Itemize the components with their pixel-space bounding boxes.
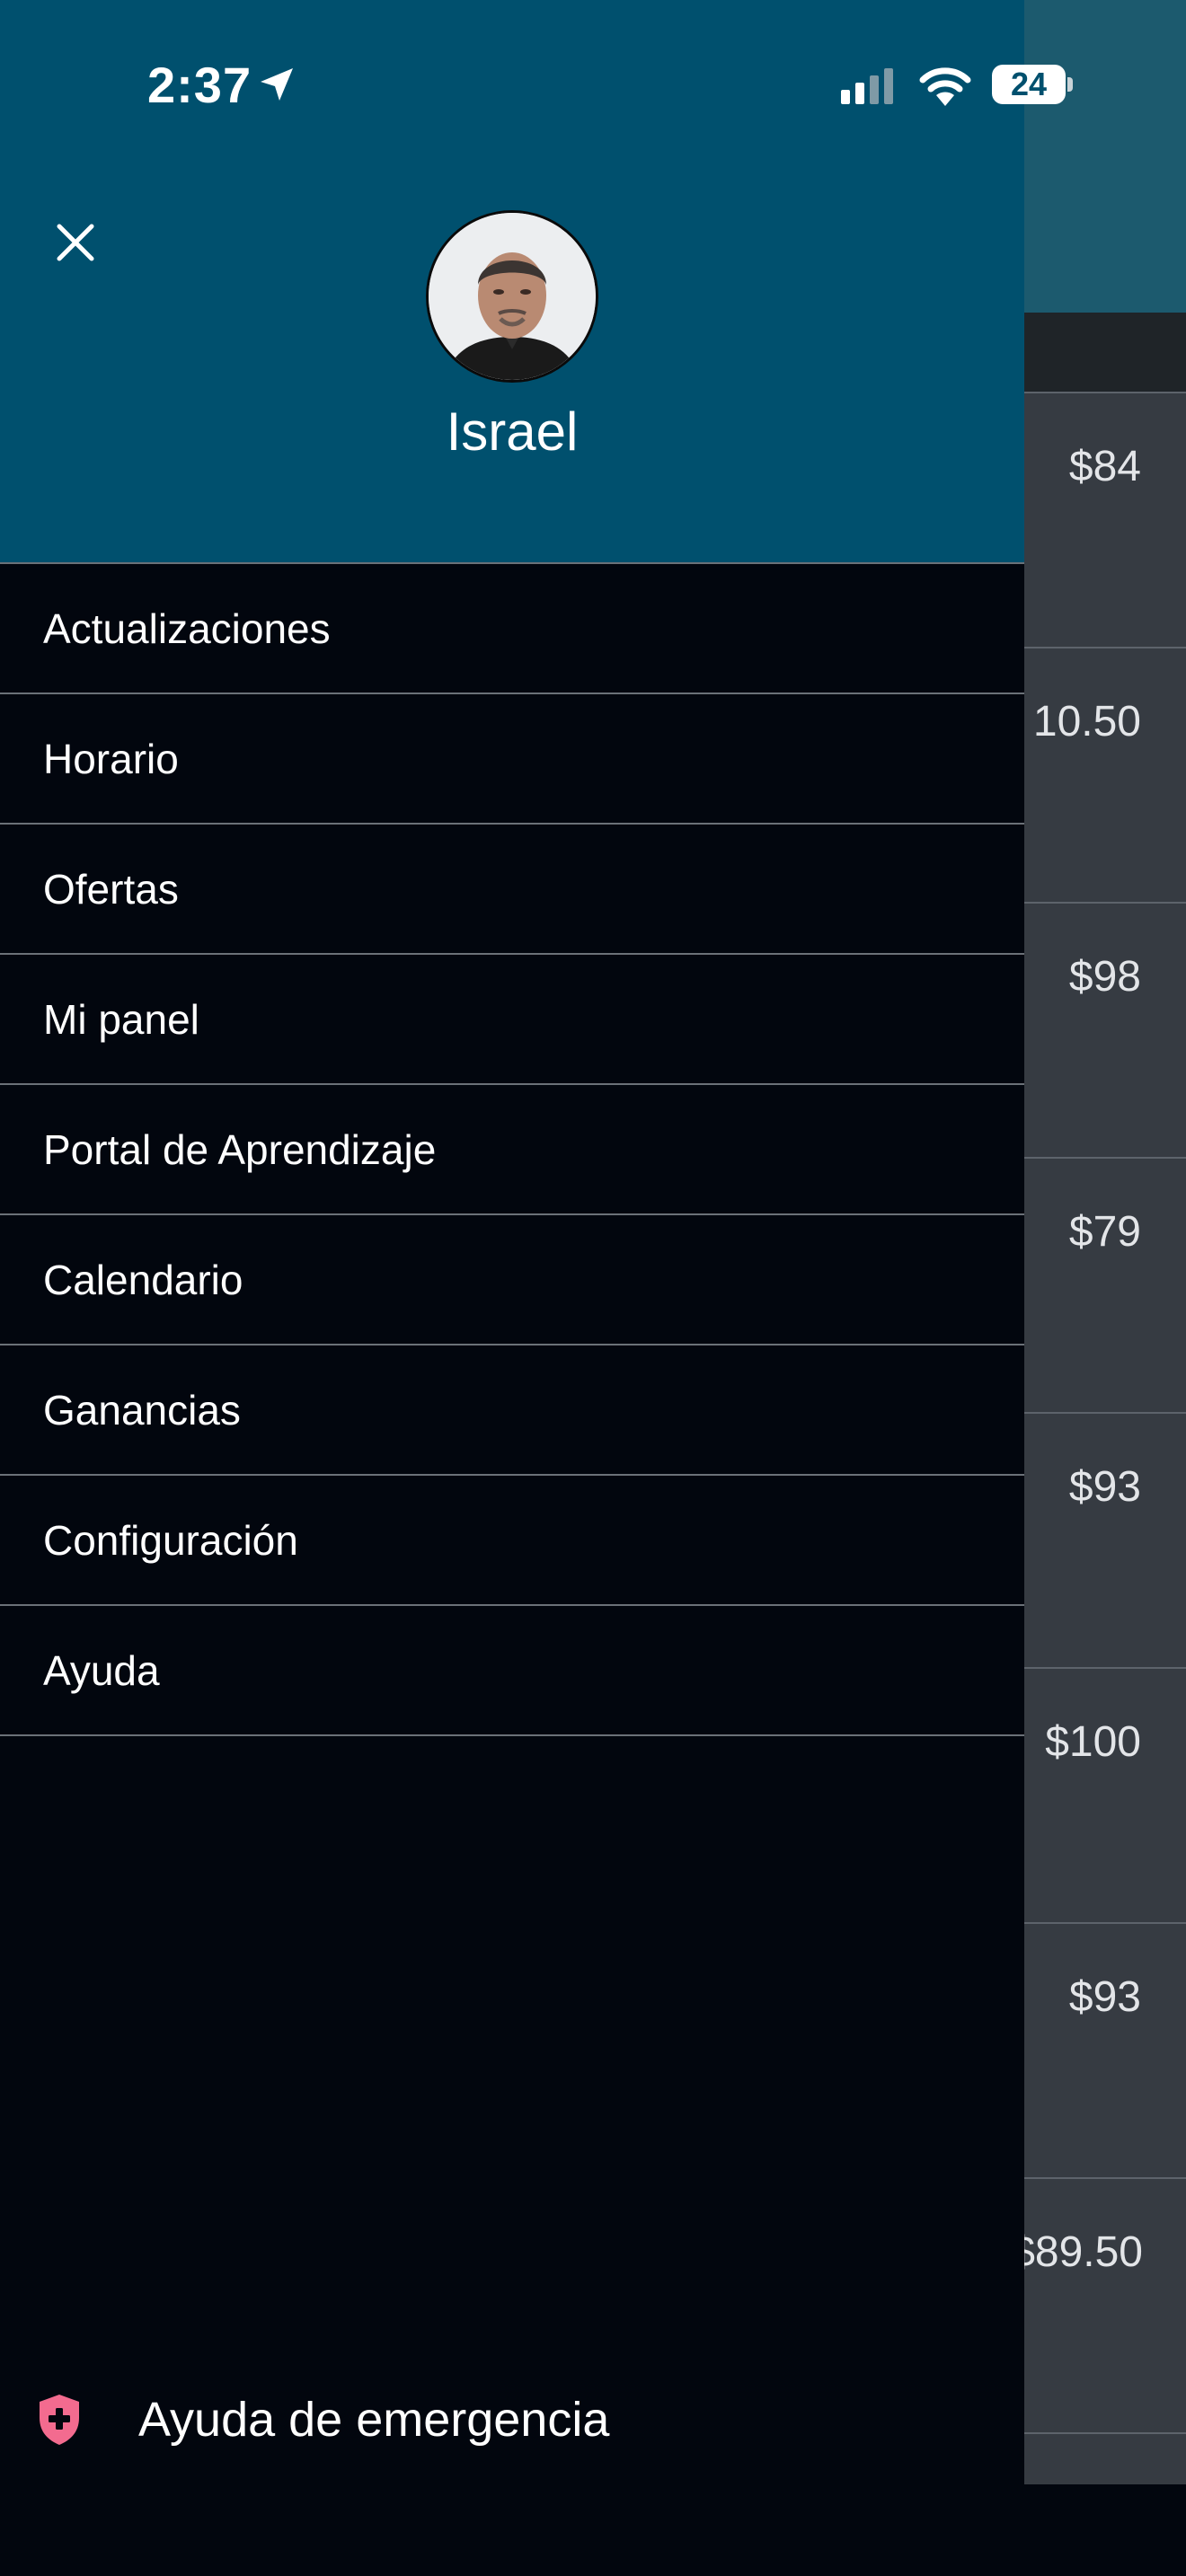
background-list-row <box>1024 2432 1186 2486</box>
background-list-row[interactable]: $84 <box>1024 392 1186 645</box>
menu-item-mi-panel[interactable]: Mi panel <box>0 955 1024 1085</box>
menu-item-ayuda[interactable]: Ayuda <box>0 1606 1024 1736</box>
navigation-drawer: 2:37 24 Israel Actualizaciones Horario O… <box>0 0 1073 2576</box>
background-list-row[interactable]: $93 <box>1024 1922 1186 2175</box>
menu-item-actualizaciones[interactable]: Actualizaciones <box>0 564 1024 694</box>
offer-price: $79 <box>1068 1208 1141 1256</box>
location-arrow-icon <box>261 68 293 101</box>
battery-indicator: 24 <box>992 65 1066 104</box>
background-list-row[interactable]: $79 <box>1024 1157 1186 1410</box>
emergency-help-button[interactable]: Ayuda de emergencia <box>36 2380 609 2459</box>
offer-price: $100 <box>1045 1718 1141 1766</box>
close-icon <box>57 224 94 261</box>
status-time: 2:37 <box>147 57 252 113</box>
background-list-row[interactable]: $93 <box>1024 1412 1186 1665</box>
cellular-signal-icon <box>841 68 893 104</box>
user-name: Israel <box>446 401 579 462</box>
menu-item-horario[interactable]: Horario <box>0 694 1024 825</box>
offer-price: $98 <box>1068 953 1141 1001</box>
offer-price: $84 <box>1068 443 1141 490</box>
avatar[interactable] <box>426 210 598 383</box>
battery-cap <box>1067 77 1073 92</box>
close-button[interactable] <box>45 212 106 273</box>
menu-item-configuracion[interactable]: Configuración <box>0 1476 1024 1606</box>
drawer-menu: Actualizaciones Horario Ofertas Mi panel… <box>0 562 1024 1736</box>
background-header <box>1024 0 1186 313</box>
shield-plus-icon <box>40 2395 79 2445</box>
menu-item-ofertas[interactable]: Ofertas <box>0 825 1024 955</box>
offer-price: 10.50 <box>1032 698 1141 745</box>
menu-item-calendario[interactable]: Calendario <box>0 1215 1024 1345</box>
drawer-header: 2:37 24 Israel <box>0 0 1073 562</box>
background-list-row[interactable]: 10.50 <box>1024 647 1186 900</box>
offer-price: $93 <box>1068 1973 1141 2021</box>
background-subheader <box>1024 313 1186 392</box>
offer-price: $93 <box>1068 1463 1141 1511</box>
battery-level: 24 <box>1010 66 1048 102</box>
offer-price: $89.50 <box>1011 2228 1143 2276</box>
user-photo <box>429 213 596 380</box>
background-offer-list: $84 10.50 $98 $79 $93 $100 $93 $89.50 <box>1011 392 1186 2486</box>
wifi-icon <box>919 67 971 106</box>
emergency-help-label: Ayuda de emergencia <box>138 2393 610 2447</box>
background-list-row[interactable]: $100 <box>1024 1667 1186 1920</box>
menu-item-ganancias[interactable]: Ganancias <box>0 1345 1024 1476</box>
background-list-row[interactable]: $98 <box>1024 902 1186 1155</box>
menu-item-portal-de-aprendizaje[interactable]: Portal de Aprendizaje <box>0 1085 1024 1215</box>
background-list-row[interactable]: $89.50 <box>1011 2177 1186 2430</box>
